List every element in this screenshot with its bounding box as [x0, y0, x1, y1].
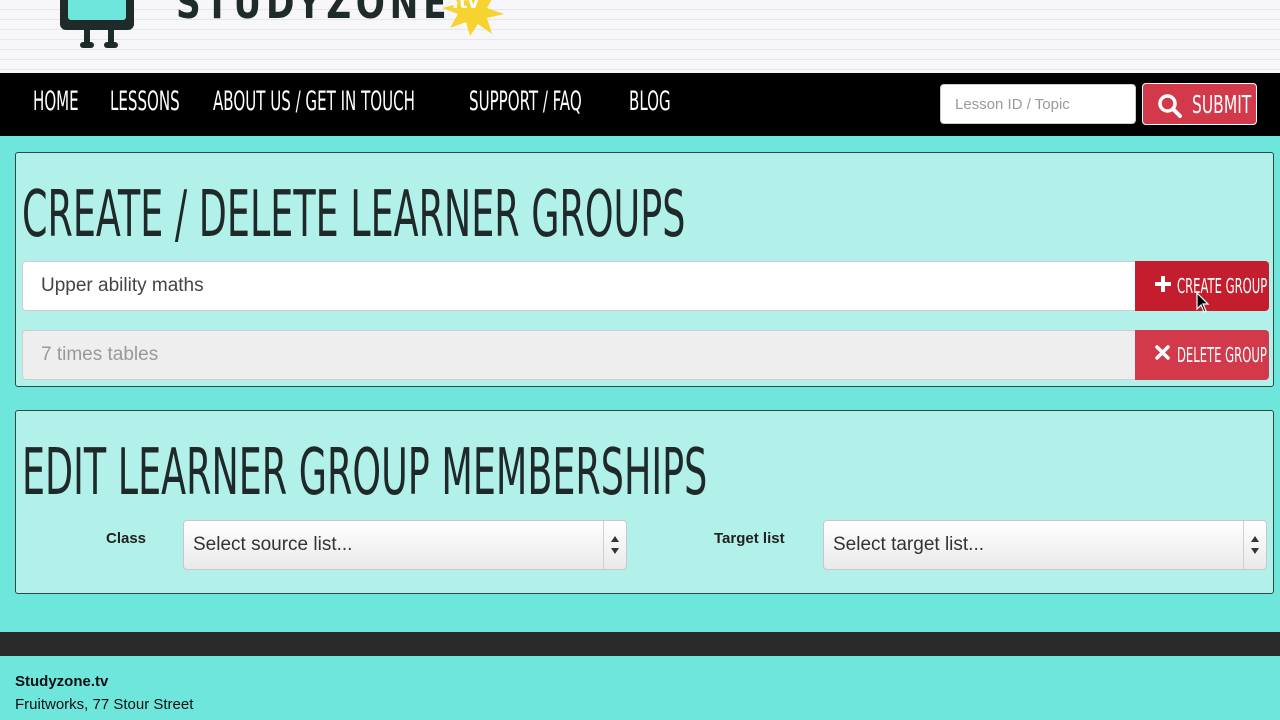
new-group-name-input[interactable]	[22, 261, 1136, 311]
existing-group-input[interactable]	[22, 330, 1136, 380]
submit-button-label: SUBMIT	[1192, 90, 1252, 119]
lesson-search-input[interactable]	[940, 84, 1136, 124]
nav-home[interactable]: HOME	[33, 87, 79, 117]
footer-address: Fruitworks, 77 Stour Street	[15, 696, 194, 713]
target-list-select[interactable]: Select target list...	[823, 520, 1267, 570]
main-navbar: HOME LESSONS ABOUT US / GET IN TOUCH SUP…	[0, 73, 1280, 136]
create-delete-title: CREATE / DELETE LEARNER GROUPS	[22, 178, 686, 252]
search-icon	[1158, 94, 1182, 118]
delete-group-button[interactable]: DELETE GROUP	[1135, 330, 1269, 380]
nav-lessons[interactable]: LESSONS	[110, 87, 180, 117]
target-list-value: Select target list...	[833, 534, 985, 555]
footer-company-name: Studyzone.tv	[15, 673, 109, 690]
target-list-label: Target list	[714, 530, 785, 547]
select-arrows-icon	[1243, 521, 1266, 569]
site-header: STUDYZONE .tv	[0, 0, 1280, 73]
source-list-select[interactable]: Select source list...	[183, 520, 627, 570]
select-arrows-icon	[603, 521, 626, 569]
submit-search-button[interactable]: SUBMIT	[1142, 83, 1257, 125]
source-list-value: Select source list...	[193, 534, 353, 555]
edit-memberships-panel: EDIT LEARNER GROUP MEMBERSHIPS Class Sel…	[15, 410, 1274, 594]
tv-mascot-logo-icon[interactable]	[58, 0, 138, 52]
nav-blog[interactable]: BLOG	[629, 87, 671, 117]
nav-support-faq[interactable]: SUPPORT / FAQ	[469, 87, 582, 117]
nav-about-us[interactable]: ABOUT US / GET IN TOUCH	[213, 87, 415, 117]
class-label: Class	[106, 530, 147, 547]
create-group-label: CREATE GROUP	[1177, 274, 1268, 298]
plus-icon	[1155, 276, 1171, 292]
logo-suffix: .tv	[452, 0, 480, 13]
site-logo-text[interactable]: STUDYZONE	[176, 0, 451, 29]
delete-group-label: DELETE GROUP	[1177, 343, 1267, 367]
create-delete-groups-panel: CREATE / DELETE LEARNER GROUPS CREATE GR…	[15, 152, 1274, 387]
footer-divider	[0, 632, 1280, 656]
times-icon	[1155, 345, 1170, 360]
mouse-pointer-icon	[1196, 292, 1210, 313]
edit-memberships-title: EDIT LEARNER GROUP MEMBERSHIPS	[22, 436, 708, 510]
